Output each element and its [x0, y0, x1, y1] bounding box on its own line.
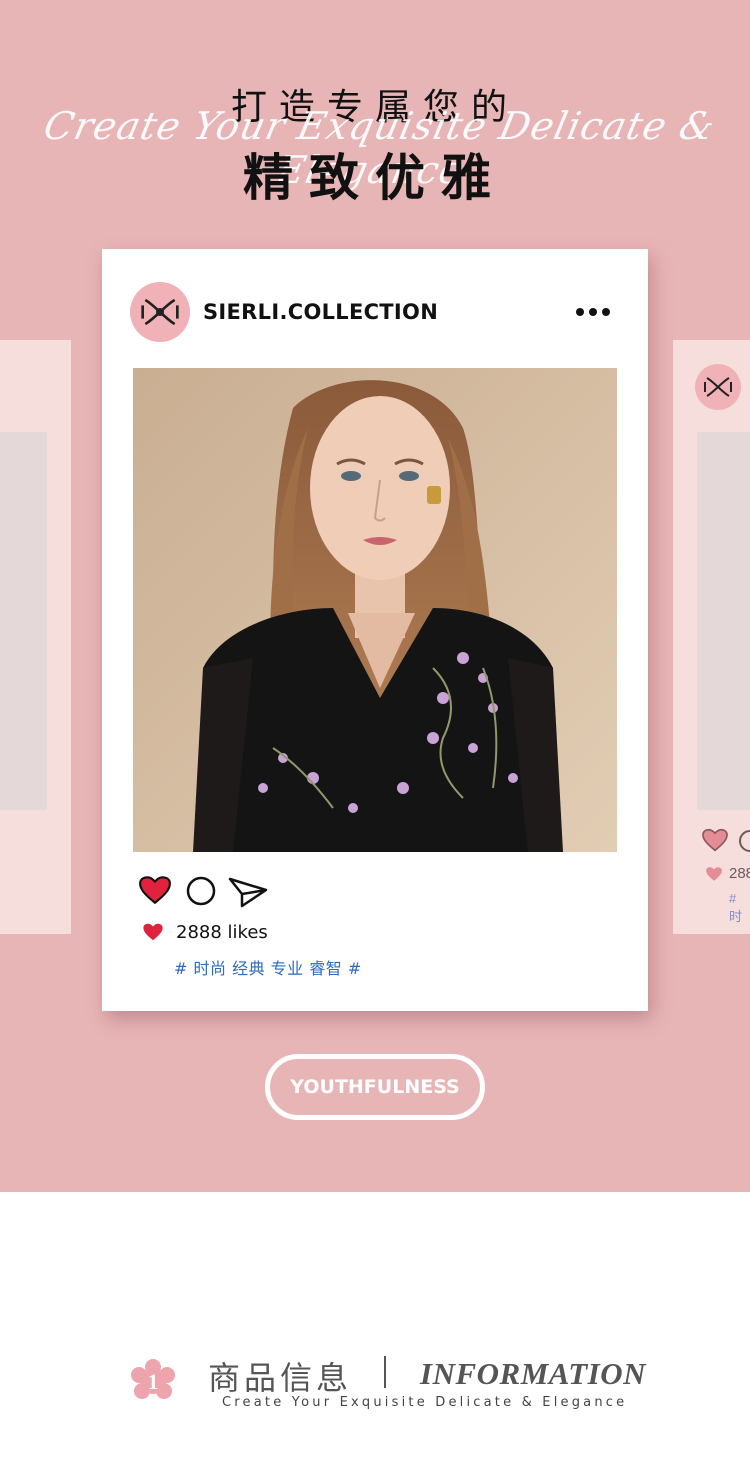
comment-icon[interactable] — [739, 830, 750, 852]
info-title-en: INFORMATION — [420, 1356, 646, 1391]
comment-icon[interactable] — [186, 876, 216, 906]
badge-number: 1 — [148, 1369, 159, 1394]
side-likes-count: 2888 — [729, 865, 750, 882]
share-icon[interactable] — [228, 876, 268, 908]
side-card-photo — [0, 432, 47, 810]
more-dots-icon[interactable] — [576, 304, 616, 320]
side-hashtags[interactable]: # 时 — [729, 891, 750, 925]
info-subtitle: Create Your Exquisite Delicate & Eleganc… — [222, 1395, 628, 1410]
heart-icon — [706, 867, 722, 881]
post-username[interactable]: SIERLI.COLLECTION — [203, 300, 438, 324]
info-title-cn: 商品信息 — [208, 1359, 353, 1397]
flower-badge-icon: 1 — [131, 1359, 175, 1399]
post-hashtags[interactable]: # 时尚 经典 专业 睿智 # — [174, 955, 362, 979]
sierli-logo-icon[interactable] — [130, 282, 190, 342]
hero-subheadline: 精致优雅 — [243, 149, 507, 207]
side-card-photo — [697, 432, 750, 810]
heart-icon — [143, 923, 163, 941]
model-photo — [133, 368, 617, 852]
youthfulness-button[interactable]: YOUTHFULNESS — [265, 1054, 485, 1120]
heart-icon[interactable] — [138, 875, 172, 905]
sierli-logo-icon — [695, 364, 741, 410]
likes-count: 2888 likes — [176, 922, 268, 943]
side-card-left[interactable] — [0, 340, 71, 934]
side-card-right[interactable]: 2888 # 时 — [673, 340, 750, 934]
heart-icon[interactable] — [701, 828, 729, 852]
post-card: SIERLI.COLLECTION 2888 likes # 时尚 经典 专业 … — [102, 249, 648, 1011]
info-divider — [384, 1356, 386, 1388]
